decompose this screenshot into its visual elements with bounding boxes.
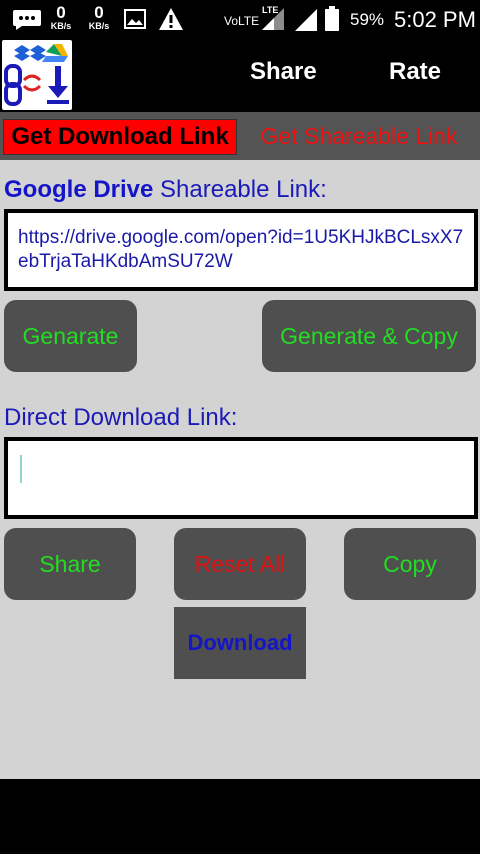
rate-menu-item[interactable]: Rate xyxy=(389,58,441,86)
download-speed: 0 KB/s xyxy=(50,3,72,31)
clock: 5:02 PM xyxy=(394,7,476,32)
share-menu-item[interactable]: Share xyxy=(250,58,317,86)
app-logo-icon xyxy=(2,40,72,110)
warning-icon xyxy=(158,7,184,36)
drive-link-value: https://drive.google.com/open?id=1U5KHJk… xyxy=(18,227,464,272)
share-button[interactable]: Share xyxy=(4,528,136,600)
direct-link-input[interactable] xyxy=(4,437,478,519)
content-panel: Get Download Link Get Shareable Link Goo… xyxy=(0,112,480,779)
chat-notification-icon xyxy=(12,9,42,36)
drive-link-label-rest: Shareable Link: xyxy=(153,176,327,203)
status-bar: 0 KB/s 0 KB/s VoLTE LTE 59% 5:02 PM xyxy=(0,0,480,38)
drive-link-input[interactable]: https://drive.google.com/open?id=1U5KHJk… xyxy=(4,209,478,291)
text-cursor xyxy=(20,455,22,483)
tab-get-download-link[interactable]: Get Download Link xyxy=(3,119,237,155)
drive-link-label: Google Drive Shareable Link: xyxy=(4,176,327,204)
reset-all-button[interactable]: Reset All xyxy=(174,528,306,600)
signal-icon xyxy=(294,8,318,37)
app-bar: Share Rate xyxy=(0,38,480,112)
volte-label: VoLTE xyxy=(224,14,260,28)
download-button[interactable]: Download xyxy=(174,607,306,679)
tab-get-shareable-link[interactable]: Get Shareable Link xyxy=(240,119,478,153)
battery-icon xyxy=(324,6,340,37)
direct-link-label: Direct Download Link: xyxy=(4,404,238,431)
drive-link-label-bold: Google Drive xyxy=(4,176,154,203)
lte-label: LTE xyxy=(262,5,279,15)
tab-bar: Get Download Link Get Shareable Link xyxy=(0,112,480,160)
battery-percent: 59% xyxy=(350,10,385,29)
copy-button[interactable]: Copy xyxy=(344,528,476,600)
upload-speed: 0 KB/s xyxy=(88,3,110,31)
generate-button[interactable]: Genarate xyxy=(4,300,137,372)
image-icon xyxy=(124,9,146,34)
bottom-area xyxy=(0,779,480,854)
generate-copy-button[interactable]: Generate & Copy xyxy=(262,300,476,372)
